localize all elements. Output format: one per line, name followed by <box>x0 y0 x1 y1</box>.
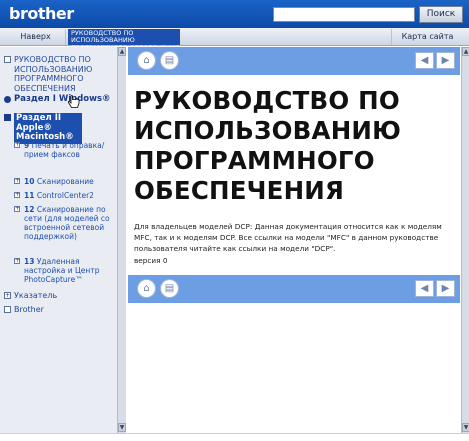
scroll-down-arrow-icon[interactable]: ▼ <box>462 423 469 432</box>
chapter-number: 13 <box>24 257 35 266</box>
nav-sitemap-link[interactable]: Карта сайта <box>391 29 463 45</box>
chapter-label: 9 Печать и оправка/прием факсов <box>24 141 118 159</box>
search-input[interactable] <box>273 7 415 22</box>
home-icon: ⌂ <box>143 55 150 66</box>
chapter-number: 11 <box>24 191 35 200</box>
version-label: версия 0 <box>134 256 168 265</box>
arrow-right-icon: ▶ <box>441 283 450 294</box>
home-button[interactable]: ⌂ <box>137 51 156 70</box>
content-scrollbar[interactable]: ▲ ▼ <box>461 47 469 433</box>
nav-up-link[interactable]: Наверх <box>6 29 66 45</box>
home-button[interactable]: ⌂ <box>137 279 156 298</box>
chapter-title: ControlCenter2 <box>36 191 94 200</box>
scroll-up-arrow-icon[interactable]: ▲ <box>462 47 469 56</box>
content-pane: ⌂ ▤ ◀ ▶ РУКОВОДСТВО ПО ИСПОЛЬЗОВАНИЮ ПРО… <box>128 47 469 433</box>
header-bar: brother Поиск <box>0 0 469 28</box>
chapter-label: 12 Сканирование по сети (для моделей со … <box>24 205 118 241</box>
sidebar-section-label: Раздел II Apple® Macintosh® <box>14 113 82 144</box>
search-button[interactable]: Поиск <box>419 6 463 23</box>
prev-page-button[interactable]: ◀ <box>415 280 434 297</box>
next-page-button[interactable]: ▶ <box>436 52 455 69</box>
sidebar-item-label: РУКОВОДСТВО ПО ИСПОЛЬЗОВАНИЮ ПРОГРАММНОГ… <box>14 55 93 93</box>
chapter-title: Сканирование <box>36 177 94 186</box>
chapter-title: Печать и оправка/прием факсов <box>24 141 105 159</box>
brother-logo[interactable]: brother <box>9 4 74 23</box>
scroll-down-arrow-icon[interactable]: ▼ <box>118 423 126 432</box>
content-toolbar-bottom: ⌂ ▤ ◀ ▶ <box>128 275 460 303</box>
chapter-title: Удаленная настройка и Центр PhotoCapture… <box>24 257 100 284</box>
arrow-right-icon: ▶ <box>441 55 450 66</box>
print-button[interactable]: ▤ <box>160 51 179 70</box>
chapter-label: 13 Удаленная настройка и Центр PhotoCapt… <box>24 257 118 284</box>
nav-current-guide[interactable]: РУКОВОДСТВО ПО ИСПОЛЬЗОВАНИЮ ПРОГРАММНОГ… <box>68 28 180 51</box>
nav-bar: Наверх РУКОВОДСТВО ПО ИСПОЛЬЗОВАНИЮ ПРОГ… <box>0 28 469 51</box>
sidebar-section-label: Раздел I Windows® <box>14 94 111 104</box>
chapter-number: 12 <box>24 205 35 214</box>
app-window: { "header": { "logo": "brother", "search… <box>0 0 469 441</box>
print-button[interactable]: ▤ <box>160 279 179 298</box>
arrow-left-icon: ◀ <box>420 55 429 66</box>
nav-guide-line1: РУКОВОДСТВО ПО ИСПОЛЬЗОВАНИЮ <box>71 28 135 44</box>
hand-cursor-icon <box>68 95 80 108</box>
scroll-up-arrow-icon[interactable]: ▲ <box>118 47 126 56</box>
chapter-title: Сканирование по сети (для моделей со вст… <box>24 205 110 241</box>
expand-icon[interactable]: + <box>14 192 20 198</box>
next-page-button[interactable]: ▶ <box>436 280 455 297</box>
book-icon: ▤ <box>164 283 175 294</box>
home-icon: ⌂ <box>143 283 150 294</box>
book-icon: ▤ <box>164 55 175 66</box>
page-title: РУКОВОДСТВО ПО ИСПОЛЬЗОВАНИЮ ПРОГРАММНОГ… <box>134 86 402 205</box>
chapter-number: 10 <box>24 177 35 186</box>
expand-icon[interactable]: + <box>14 206 20 212</box>
chapter-label: 11 ControlCenter2 <box>24 191 118 200</box>
content-toolbar-top: ⌂ ▤ ◀ ▶ <box>128 47 460 75</box>
sidebar-scrollbar[interactable]: ▲ ▼ <box>117 47 126 433</box>
section-bullet-icon <box>4 96 11 103</box>
chapter-label: 10 Сканирование <box>24 177 118 186</box>
sidebar: РУКОВОДСТВО ПО ИСПОЛЬЗОВАНИЮ ПРОГРАММНОГ… <box>0 47 126 433</box>
page-icon <box>4 56 11 63</box>
arrow-left-icon: ◀ <box>420 283 429 294</box>
page-icon <box>4 306 11 313</box>
dcp-note: Для владельцев моделей DCP: Данная докум… <box>134 222 442 253</box>
sidebar-item-label: Brother <box>14 305 44 314</box>
prev-page-button[interactable]: ◀ <box>415 52 434 69</box>
sidebar-item-label: Указатель <box>14 291 58 300</box>
expand-icon[interactable]: + <box>14 142 20 148</box>
expand-icon[interactable]: + <box>4 292 11 299</box>
chapter-number: 9 <box>24 141 30 150</box>
section-expanded-icon <box>4 114 11 121</box>
bottom-border <box>0 433 469 441</box>
expand-icon[interactable]: + <box>14 178 20 184</box>
expand-icon[interactable]: + <box>14 258 20 264</box>
